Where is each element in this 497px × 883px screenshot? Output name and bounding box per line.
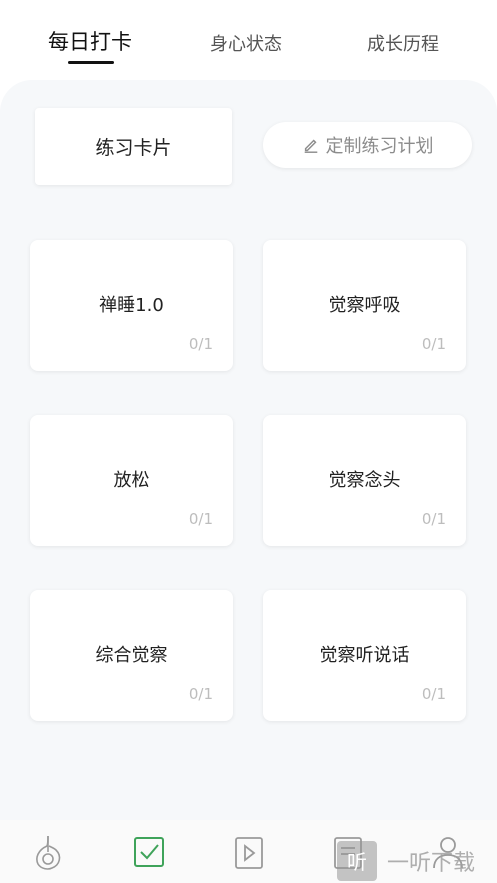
- tab-daily-checkin[interactable]: 每日打卡: [48, 26, 132, 56]
- active-tab-indicator: [68, 61, 114, 64]
- exercise-card[interactable]: 综合觉察 0/1: [30, 590, 233, 721]
- exercise-card[interactable]: 觉察听说话 0/1: [263, 590, 466, 721]
- exercise-progress: 0/1: [421, 510, 446, 528]
- custom-plan-button[interactable]: 定制练习计划: [263, 122, 472, 168]
- exercise-title: 觉察呼吸: [328, 295, 401, 316]
- exercise-card[interactable]: 觉察念头 0/1: [263, 415, 466, 546]
- exercise-title: 综合觉察: [95, 645, 168, 666]
- exercise-title: 觉察听说话: [319, 645, 410, 666]
- exercise-progress: 0/1: [188, 335, 213, 353]
- exercise-title: 禅睡1.0: [99, 295, 164, 316]
- play-icon: [235, 837, 263, 869]
- exercise-progress: 0/1: [188, 510, 213, 528]
- leaf-icon: [36, 835, 61, 870]
- edit-icon: [304, 139, 317, 153]
- practice-cards-button[interactable]: 练习卡片: [35, 108, 232, 185]
- exercise-progress: 0/1: [188, 685, 213, 703]
- watermark-badge: 听: [337, 840, 377, 881]
- nav-media[interactable]: [229, 830, 269, 874]
- tab-mind-body-state[interactable]: 身心状态: [210, 30, 282, 56]
- exercise-card[interactable]: 禅睡1.0 0/1: [30, 240, 233, 371]
- exercise-card[interactable]: 放松 0/1: [30, 415, 233, 546]
- tab-growth-history[interactable]: 成长历程: [367, 30, 439, 56]
- app-screen: 每日打卡 身心状态 成长历程 练习卡片 定制练习计划 禅睡1.0 0/1 觉察呼…: [0, 0, 497, 883]
- top-tab-bar: 每日打卡 身心状态 成长历程: [0, 0, 497, 80]
- nav-home[interactable]: [28, 830, 68, 874]
- exercise-card[interactable]: 觉察呼吸 0/1: [263, 240, 466, 371]
- exercise-progress: 0/1: [421, 685, 446, 703]
- practice-cards-label: 练习卡片: [95, 137, 172, 159]
- exercise-progress: 0/1: [421, 335, 446, 353]
- watermark: 听 一听下载: [337, 838, 475, 883]
- nav-checkin[interactable]: [129, 830, 169, 874]
- checkbox-icon: [134, 837, 164, 867]
- custom-plan-label: 定制练习计划: [325, 136, 434, 157]
- exercise-title: 觉察念头: [328, 470, 401, 491]
- main-panel: 练习卡片 定制练习计划 禅睡1.0 0/1 觉察呼吸 0/1 放松 0/1 觉察…: [0, 80, 497, 820]
- exercise-title: 放松: [113, 470, 150, 491]
- watermark-text: 一听下载: [387, 850, 476, 876]
